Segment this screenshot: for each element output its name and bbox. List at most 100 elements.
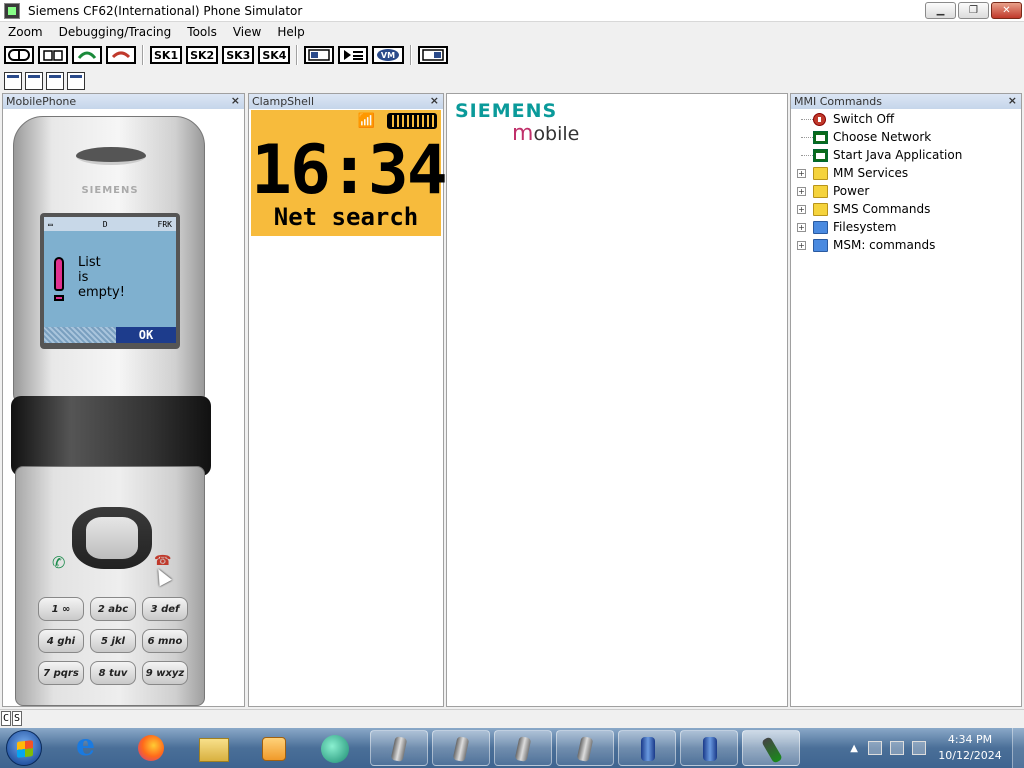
- menu-view[interactable]: View: [225, 25, 269, 39]
- file-explorer-icon[interactable]: [196, 732, 230, 764]
- tree-item-power[interactable]: + Power: [795, 182, 1021, 200]
- taskbar-phone-app-2[interactable]: [432, 730, 490, 766]
- tree-item-msm-commands[interactable]: + MSM: commands: [795, 236, 1021, 254]
- phone-status-left: D: [102, 219, 108, 229]
- mobile-logo-m: m: [512, 121, 534, 146]
- phone-key-6[interactable]: 6 mno: [142, 629, 188, 653]
- minimize-button[interactable]: ▁: [925, 2, 956, 19]
- call-button[interactable]: [72, 46, 102, 64]
- left-panel-button[interactable]: [304, 46, 335, 64]
- phone-nav-center[interactable]: [86, 517, 138, 559]
- phone-key-2[interactable]: 2 abc: [90, 597, 136, 621]
- tree-item-label: Start Java Application: [833, 148, 963, 162]
- tree-item-label: Power: [833, 184, 870, 198]
- mobile-phone-panel-close-button[interactable]: ×: [231, 94, 240, 107]
- media-player-icon[interactable]: [256, 732, 290, 764]
- power-toggle-button[interactable]: [4, 46, 34, 64]
- phone-key-4[interactable]: 4 ghi: [38, 629, 84, 653]
- clamp-shell-panel: ClampShell × 📶 16:34 Net search: [248, 93, 448, 707]
- action-center-icon[interactable]: [890, 741, 904, 755]
- tree-item-filesystem[interactable]: + Filesystem: [795, 218, 1021, 236]
- phone-key-3[interactable]: 3 def: [142, 597, 188, 621]
- sk4-button[interactable]: SK4: [258, 46, 291, 64]
- vm-label: VM: [381, 51, 395, 60]
- phone-key-5[interactable]: 5 jkl: [90, 629, 136, 653]
- taskbar-phone-simulator-active[interactable]: [742, 730, 800, 766]
- phone-device[interactable]: SIEMENS ▭ D FRK List is empty! OK ✆ ☎ 1 …: [11, 116, 211, 706]
- app-globe-icon[interactable]: [318, 732, 352, 764]
- window-icon: [813, 130, 828, 144]
- phone-key-1[interactable]: 1 ∞: [38, 597, 84, 621]
- menu-zoom[interactable]: Zoom: [0, 25, 51, 39]
- sk2-button[interactable]: SK2: [186, 46, 219, 64]
- expand-icon[interactable]: +: [797, 240, 806, 250]
- expand-icon[interactable]: +: [797, 222, 806, 232]
- clamp-shell-panel-close-button[interactable]: ×: [430, 94, 439, 107]
- phone-key-7[interactable]: 7 pqrs: [38, 661, 84, 685]
- main-toolbar: SK1 SK2 SK3 SK4 VM: [4, 43, 449, 67]
- tree-item-label: MM Services: [833, 166, 909, 180]
- phone-brand: SIEMENS: [81, 185, 139, 196]
- clamp-status-icons: 📶: [358, 113, 437, 129]
- app-icon: [4, 2, 20, 19]
- folder-blue-icon: [813, 238, 828, 252]
- folder-icon: [813, 184, 828, 198]
- expand-icon[interactable]: +: [797, 186, 806, 196]
- vm-button[interactable]: VM: [372, 46, 405, 64]
- phone-key-8[interactable]: 8 tuv: [90, 661, 136, 685]
- right-panel-button[interactable]: [418, 46, 449, 64]
- taskbar-phone-app-5[interactable]: [618, 730, 676, 766]
- tree-item-switch-off[interactable]: Switch Off: [795, 110, 1021, 128]
- phone-nav-key[interactable]: [72, 507, 152, 569]
- phone-key-9[interactable]: 9 wxyz: [142, 661, 188, 685]
- start-button[interactable]: [6, 730, 42, 766]
- toolbar-separator: [410, 45, 413, 65]
- expand-icon[interactable]: +: [797, 168, 806, 178]
- tree-item-mm-services[interactable]: + MM Services: [795, 164, 1021, 182]
- view-window-button[interactable]: [25, 72, 43, 90]
- taskbar-phone-app-6[interactable]: [680, 730, 738, 766]
- phone-hinge: [11, 396, 211, 476]
- sk1-button[interactable]: SK1: [150, 46, 183, 64]
- tray-expand-icon[interactable]: ▲: [850, 743, 858, 754]
- signal-icon: 📶: [357, 113, 375, 129]
- mobile-logo: mobile: [512, 121, 579, 146]
- tree-item-choose-network[interactable]: Choose Network: [795, 128, 1021, 146]
- phone-ok-softkey[interactable]: OK: [116, 327, 176, 343]
- phone-speaker: [76, 147, 146, 165]
- expand-icon[interactable]: +: [797, 204, 806, 214]
- mmi-commands-panel-close-button[interactable]: ×: [1008, 94, 1017, 107]
- phone-call-key-icon[interactable]: ✆: [52, 553, 65, 572]
- view-list-button[interactable]: [67, 72, 85, 90]
- taskbar-phone-app-1[interactable]: [370, 730, 428, 766]
- maximize-button[interactable]: ❐: [958, 2, 989, 19]
- clock[interactable]: 4:34 PM 10/12/2024: [934, 732, 1006, 764]
- internet-explorer-icon[interactable]: [72, 728, 106, 764]
- taskbar-phone-app-3[interactable]: [494, 730, 552, 766]
- phone-screen-frame: ▭ D FRK List is empty! OK: [40, 213, 180, 349]
- sk3-button[interactable]: SK3: [222, 46, 255, 64]
- view-split-button[interactable]: [46, 72, 64, 90]
- mmi-commands-panel-title: MMI Commands: [794, 95, 882, 108]
- tree-item-sms-commands[interactable]: + SMS Commands: [795, 200, 1021, 218]
- close-button[interactable]: ✕: [991, 2, 1022, 19]
- hangup-button[interactable]: [106, 46, 136, 64]
- menu-help[interactable]: Help: [269, 25, 312, 39]
- play-list-icon: [344, 50, 364, 60]
- volume-muted-icon[interactable]: [912, 741, 926, 755]
- call-icon: [77, 51, 97, 59]
- hangup-icon: [111, 51, 131, 59]
- view-phone-button[interactable]: [4, 72, 22, 90]
- tree-item-start-java-application[interactable]: Start Java Application: [795, 146, 1021, 164]
- taskbar-phone-app-4[interactable]: [556, 730, 614, 766]
- firefox-icon[interactable]: [134, 732, 168, 764]
- power-toggle-icon: [8, 49, 30, 61]
- play-list-button[interactable]: [338, 46, 369, 64]
- network-icon[interactable]: [868, 741, 882, 755]
- menu-tools[interactable]: Tools: [179, 25, 225, 39]
- folder-icon: [813, 202, 828, 216]
- show-desktop-button[interactable]: [1012, 728, 1024, 768]
- panel-left-icon: [308, 49, 331, 61]
- menu-debugging-tracing[interactable]: Debugging/Tracing: [51, 25, 180, 39]
- phonebook-button[interactable]: [38, 46, 68, 64]
